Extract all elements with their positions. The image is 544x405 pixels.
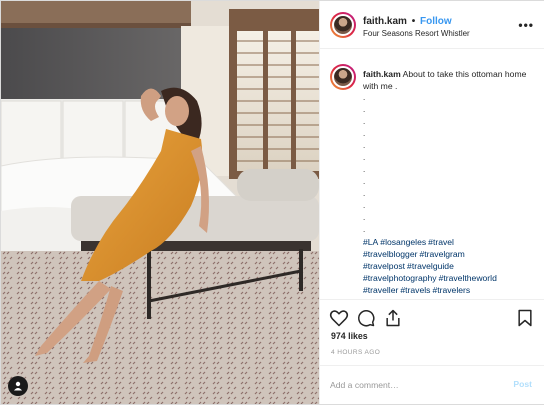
more-options-icon[interactable]: ••• [518, 19, 534, 31]
follow-button[interactable]: Follow [420, 16, 452, 27]
heart-outline-icon[interactable] [329, 308, 349, 328]
share-upload-icon[interactable] [383, 308, 403, 328]
caption-dot: . [363, 117, 366, 126]
caption-username[interactable]: faith.kam [363, 69, 401, 79]
caption-dot: . [363, 189, 366, 198]
caption-dot: . [363, 141, 366, 150]
action-bar [320, 299, 544, 335]
hashtag-link[interactable]: #traveltheworld [439, 273, 497, 283]
bookmark-icon[interactable] [515, 308, 535, 328]
caption-dot: . [363, 177, 366, 186]
caption-dots: . . . . . . . . . . . . [363, 92, 538, 236]
post-comment-button[interactable]: Post [513, 379, 532, 389]
hashtag-list: #LA #losangeles #travel #travelblogger #tra… [363, 236, 538, 296]
likes-count[interactable]: 974 likes [331, 331, 368, 341]
comment-input[interactable] [330, 378, 500, 392]
hashtag-link[interactable]: #travelphotography [363, 273, 437, 283]
hashtag-link[interactable]: #LA [363, 237, 378, 247]
post-timestamp[interactable]: 4 HOURS AGO [331, 349, 380, 356]
user-tag-icon [14, 381, 22, 391]
hashtag-link[interactable]: #travelblogger [363, 249, 417, 259]
hashtag-link[interactable]: #travelpost [363, 261, 405, 271]
caption-dot: . [363, 165, 366, 174]
separator-dot: • [411, 16, 416, 27]
hashtag-link[interactable]: #travelguide [407, 261, 454, 271]
caption-dot: . [363, 213, 366, 222]
caption-dot: . [363, 129, 366, 138]
hashtag-link[interactable]: #travelers [432, 285, 470, 295]
caption-dot: . [363, 93, 366, 102]
post-header: faith.kam • Follow Four Seasons Resort W… [320, 1, 544, 49]
hashtag-link[interactable]: #travels [400, 285, 430, 295]
caption-dot: . [363, 105, 366, 114]
caption-avatar[interactable] [330, 64, 356, 90]
comment-bar: Post [320, 365, 544, 404]
caption-text: faith.kam About to take this ottoman hom… [363, 68, 538, 296]
post-sidebar: faith.kam • Follow Four Seasons Resort W… [319, 1, 544, 404]
location-link[interactable]: Four Seasons Resort Whistler [363, 29, 470, 38]
comment-bubble-icon[interactable] [356, 308, 376, 328]
tagged-users-button[interactable] [8, 376, 28, 396]
hashtag-link[interactable]: #losangeles [380, 237, 426, 247]
caption-dot: . [363, 153, 366, 162]
header-username[interactable]: faith.kam [363, 16, 407, 27]
caption-dot: . [363, 225, 366, 234]
post-modal: faith.kam • Follow Four Seasons Resort W… [0, 0, 544, 405]
post-photo[interactable] [1, 1, 319, 404]
caption-dot: . [363, 201, 366, 210]
avatar[interactable] [330, 12, 356, 38]
hashtag-link[interactable]: #travelgram [419, 249, 464, 259]
hashtag-link[interactable]: #travel [428, 237, 454, 247]
hashtag-link[interactable]: #traveller [363, 285, 398, 295]
photo-illustration [1, 1, 319, 404]
caption-section: faith.kam About to take this ottoman hom… [320, 49, 544, 299]
